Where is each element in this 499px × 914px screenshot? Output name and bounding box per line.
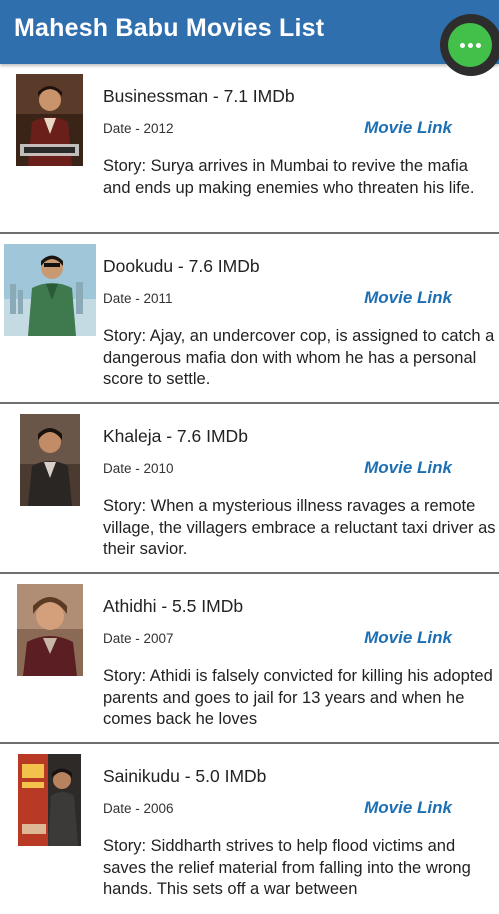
- page-title: Mahesh Babu Movies List: [14, 14, 325, 42]
- movie-story: Story: Surya arrives in Mumbai to revive…: [103, 157, 475, 197]
- movie-card[interactable]: Businessman - 7.1 IMDb Date - 2012 Movie…: [0, 64, 499, 234]
- movie-date: Date - 2012: [103, 121, 174, 136]
- app-bar: Mahesh Babu Movies List: [0, 0, 499, 64]
- movie-card[interactable]: Dookudu - 7.6 IMDb Date - 2011 Movie Lin…: [0, 234, 499, 404]
- movie-link[interactable]: Movie Link: [364, 628, 452, 648]
- more-options-button[interactable]: [448, 23, 492, 67]
- movie-poster-image: [18, 754, 81, 846]
- movie-link[interactable]: Movie Link: [364, 458, 452, 478]
- movie-title: Dookudu - 7.6 IMDb: [103, 256, 260, 276]
- movie-date: Date - 2006: [103, 801, 174, 816]
- movie-title: Athidhi - 5.5 IMDb: [103, 596, 244, 616]
- movie-card[interactable]: Khaleja - 7.6 IMDb Date - 2010 Movie Lin…: [0, 404, 499, 574]
- movie-date: Date - 2007: [103, 631, 174, 646]
- movie-link[interactable]: Movie Link: [364, 798, 452, 818]
- movie-story: Story: Siddharth strives to help flood v…: [103, 837, 471, 898]
- movie-card[interactable]: Athidhi - 5.5 IMDb Date - 2007 Movie Lin…: [0, 574, 499, 744]
- movie-story: Story: When a mysterious illness ravages…: [103, 497, 496, 558]
- movie-story: Story: Ajay, an undercover cop, is assig…: [103, 327, 495, 388]
- movie-poster-image: [17, 584, 83, 676]
- movie-date: Date - 2010: [103, 461, 174, 476]
- movie-poster-image: [16, 74, 83, 166]
- movie-title: Khaleja - 7.6 IMDb: [103, 426, 248, 446]
- movie-story: Story: Athidi is falsely convicted for k…: [103, 667, 493, 728]
- movie-link[interactable]: Movie Link: [364, 288, 452, 308]
- movie-list: Businessman - 7.1 IMDb Date - 2012 Movie…: [0, 64, 499, 914]
- movie-poster-image: [20, 414, 80, 506]
- movie-card[interactable]: Sainikudu - 5.0 IMDb Date - 2006 Movie L…: [0, 744, 499, 914]
- movie-date: Date - 2011: [103, 291, 173, 306]
- movie-link[interactable]: Movie Link: [364, 118, 452, 138]
- more-horizontal-icon: [459, 42, 481, 48]
- movie-poster-image: [4, 244, 96, 336]
- movie-title: Sainikudu - 5.0 IMDb: [103, 766, 267, 786]
- movie-title: Businessman - 7.1 IMDb: [103, 86, 295, 106]
